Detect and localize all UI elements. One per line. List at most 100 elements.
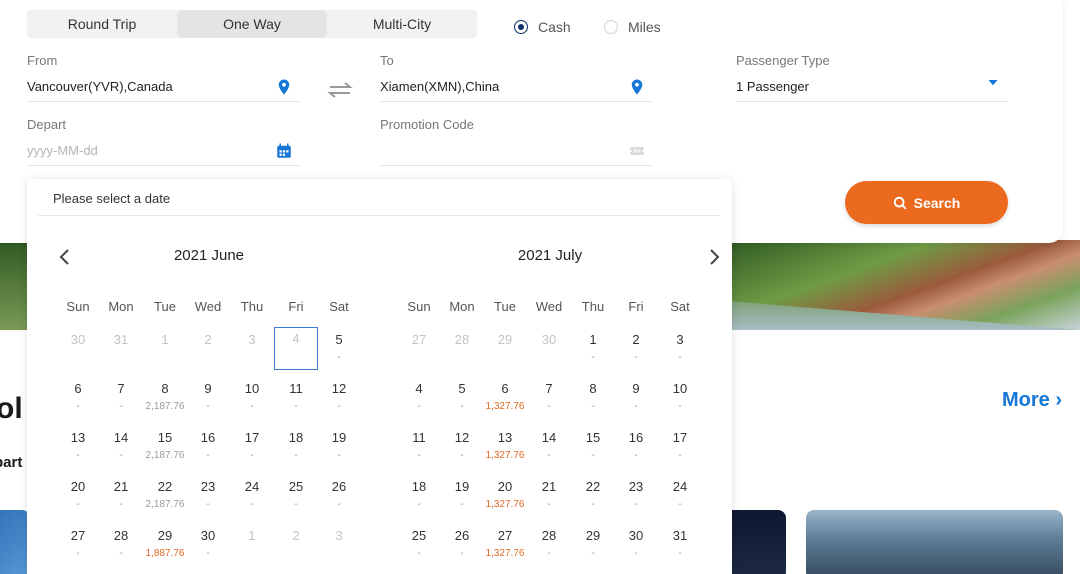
- to-value[interactable]: Xiamen(XMN),China: [380, 79, 499, 94]
- day-number: 23: [628, 479, 644, 494]
- calendar-day[interactable]: 27 1,327.76: [485, 525, 525, 565]
- passenger-value[interactable]: 1 Passenger: [736, 79, 809, 94]
- calendar-day[interactable]: 26-: [442, 525, 482, 565]
- calendar-day[interactable]: 23-: [188, 476, 228, 516]
- calendar-day[interactable]: 28-: [529, 525, 569, 565]
- calendar-day[interactable]: 15 2,187.76: [145, 427, 185, 467]
- weekday-label: Fri: [628, 299, 644, 314]
- calendar-day[interactable]: 5-: [442, 378, 482, 418]
- calendar-day[interactable]: 14-: [101, 427, 141, 467]
- calendar-day-selected: 4: [274, 327, 318, 370]
- day-number: 9: [204, 381, 212, 396]
- destination-card-city[interactable]: [806, 510, 1063, 574]
- calendar-day[interactable]: 13-: [58, 427, 98, 467]
- day-price: -: [678, 352, 682, 363]
- calendar-day[interactable]: 26-: [319, 476, 359, 516]
- calendar-day[interactable]: 14-: [529, 427, 569, 467]
- calendar-day[interactable]: 25-: [276, 476, 316, 516]
- calendar-day[interactable]: 7-: [529, 378, 569, 418]
- calendar-day[interactable]: 6-: [58, 378, 98, 418]
- destination-card[interactable]: [0, 510, 30, 574]
- calendar-day[interactable]: 20 1,327.76: [485, 476, 525, 516]
- calendar-day[interactable]: 10-: [660, 378, 700, 418]
- calendar-day[interactable]: 3-: [660, 329, 700, 369]
- weekday-label: Tue: [154, 299, 176, 314]
- calendar-day[interactable]: 25-: [399, 525, 439, 565]
- from-value[interactable]: Vancouver(YVR),Canada: [27, 79, 173, 94]
- calendar-day[interactable]: 18-: [399, 476, 439, 516]
- destination-card[interactable]: [730, 510, 786, 574]
- calendar-day[interactable]: 23-: [616, 476, 656, 516]
- radio-unselected-icon[interactable]: [604, 20, 618, 34]
- calendar-day[interactable]: 9-: [616, 378, 656, 418]
- depart-field[interactable]: [27, 136, 299, 166]
- calendar-day[interactable]: 11-: [399, 427, 439, 467]
- weekday-label: Mon: [449, 299, 475, 314]
- depart-date-input[interactable]: [27, 143, 247, 158]
- calendar-day[interactable]: 21-: [101, 476, 141, 516]
- calendar-day[interactable]: 18-: [276, 427, 316, 467]
- calendar-day[interactable]: 11-: [276, 378, 316, 418]
- to-field[interactable]: Xiamen(XMN),China: [380, 72, 652, 102]
- calendar-day[interactable]: 22 2,187.76: [145, 476, 185, 516]
- date-picker-popup: Please select a date 2021 June 2021 July…: [27, 179, 732, 574]
- day-number: 15: [157, 430, 173, 445]
- calendar-day[interactable]: 31 -: [660, 525, 700, 565]
- more-link[interactable]: More ›: [1002, 389, 1062, 412]
- calendar-day[interactable]: 12-: [319, 378, 359, 418]
- tab-multi-city[interactable]: Multi-City: [327, 10, 477, 38]
- calendar-day[interactable]: 10-: [232, 378, 272, 418]
- swap-arrows-icon[interactable]: [326, 80, 354, 100]
- calendar-day[interactable]: 17-: [660, 427, 700, 467]
- caret-down-icon[interactable]: [984, 74, 1002, 92]
- calendar-day[interactable]: 4-: [399, 378, 439, 418]
- calendar-day[interactable]: 21-: [529, 476, 569, 516]
- calendar-day[interactable]: 17-: [232, 427, 272, 467]
- calendar-day[interactable]: 30-: [188, 525, 228, 565]
- promotion-code-field[interactable]: [380, 136, 652, 166]
- calendar-day[interactable]: 27-: [58, 525, 98, 565]
- day-number: 18: [411, 479, 427, 494]
- calendar-day[interactable]: 6 1,327.76: [485, 378, 525, 418]
- calendar-day[interactable]: 15-: [573, 427, 613, 467]
- calendar-day[interactable]: 19-: [442, 476, 482, 516]
- day-number: 29: [585, 528, 601, 543]
- day-number: 24: [244, 479, 260, 494]
- cash-radio-option[interactable]: Cash: [514, 19, 571, 35]
- calendar-day[interactable]: 24-: [660, 476, 700, 516]
- calendar-day[interactable]: 24-: [232, 476, 272, 516]
- calendar-day[interactable]: 16-: [188, 427, 228, 467]
- radio-selected-icon[interactable]: [514, 20, 528, 34]
- calendar-day[interactable]: 20-: [58, 476, 98, 516]
- calendar-day[interactable]: 2-: [616, 329, 656, 369]
- calendar-day[interactable]: 8-: [573, 378, 613, 418]
- from-field[interactable]: Vancouver(YVR),Canada: [27, 72, 299, 102]
- chevron-right-icon[interactable]: [706, 247, 722, 267]
- tab-one-way[interactable]: One Way: [177, 10, 327, 38]
- day-number: 8: [161, 381, 169, 396]
- search-button[interactable]: Search: [845, 181, 1008, 224]
- chevron-left-icon[interactable]: [57, 247, 73, 267]
- calendar-day[interactable]: 13 1,327.76: [485, 427, 525, 467]
- calendar-day[interactable]: 22-: [573, 476, 613, 516]
- calendar-day[interactable]: 16-: [616, 427, 656, 467]
- passenger-type-select[interactable]: 1 Passenger: [736, 72, 1008, 102]
- calendar-day[interactable]: 12-: [442, 427, 482, 467]
- calendar-day[interactable]: 5-: [319, 329, 359, 369]
- calendar-icon[interactable]: [275, 142, 293, 160]
- miles-radio-option[interactable]: Miles: [604, 19, 661, 35]
- calendar-day[interactable]: 1-: [573, 329, 613, 369]
- calendar-day[interactable]: 29 1,887.76: [145, 525, 185, 565]
- calendar-day[interactable]: 19-: [319, 427, 359, 467]
- calendar-day: 1: [145, 329, 185, 369]
- calendar-day[interactable]: 28-: [101, 525, 141, 565]
- calendar-day: 28: [442, 329, 482, 369]
- calendar-day[interactable]: 8 2,187.76: [145, 378, 185, 418]
- calendar-day[interactable]: 30-: [616, 525, 656, 565]
- calendar-day[interactable]: 9-: [188, 378, 228, 418]
- tab-round-trip[interactable]: Round Trip: [27, 10, 177, 38]
- day-number: 30: [541, 332, 557, 347]
- calendar-day[interactable]: 29-: [573, 525, 613, 565]
- day-number: 16: [200, 430, 216, 445]
- calendar-day[interactable]: 7-: [101, 378, 141, 418]
